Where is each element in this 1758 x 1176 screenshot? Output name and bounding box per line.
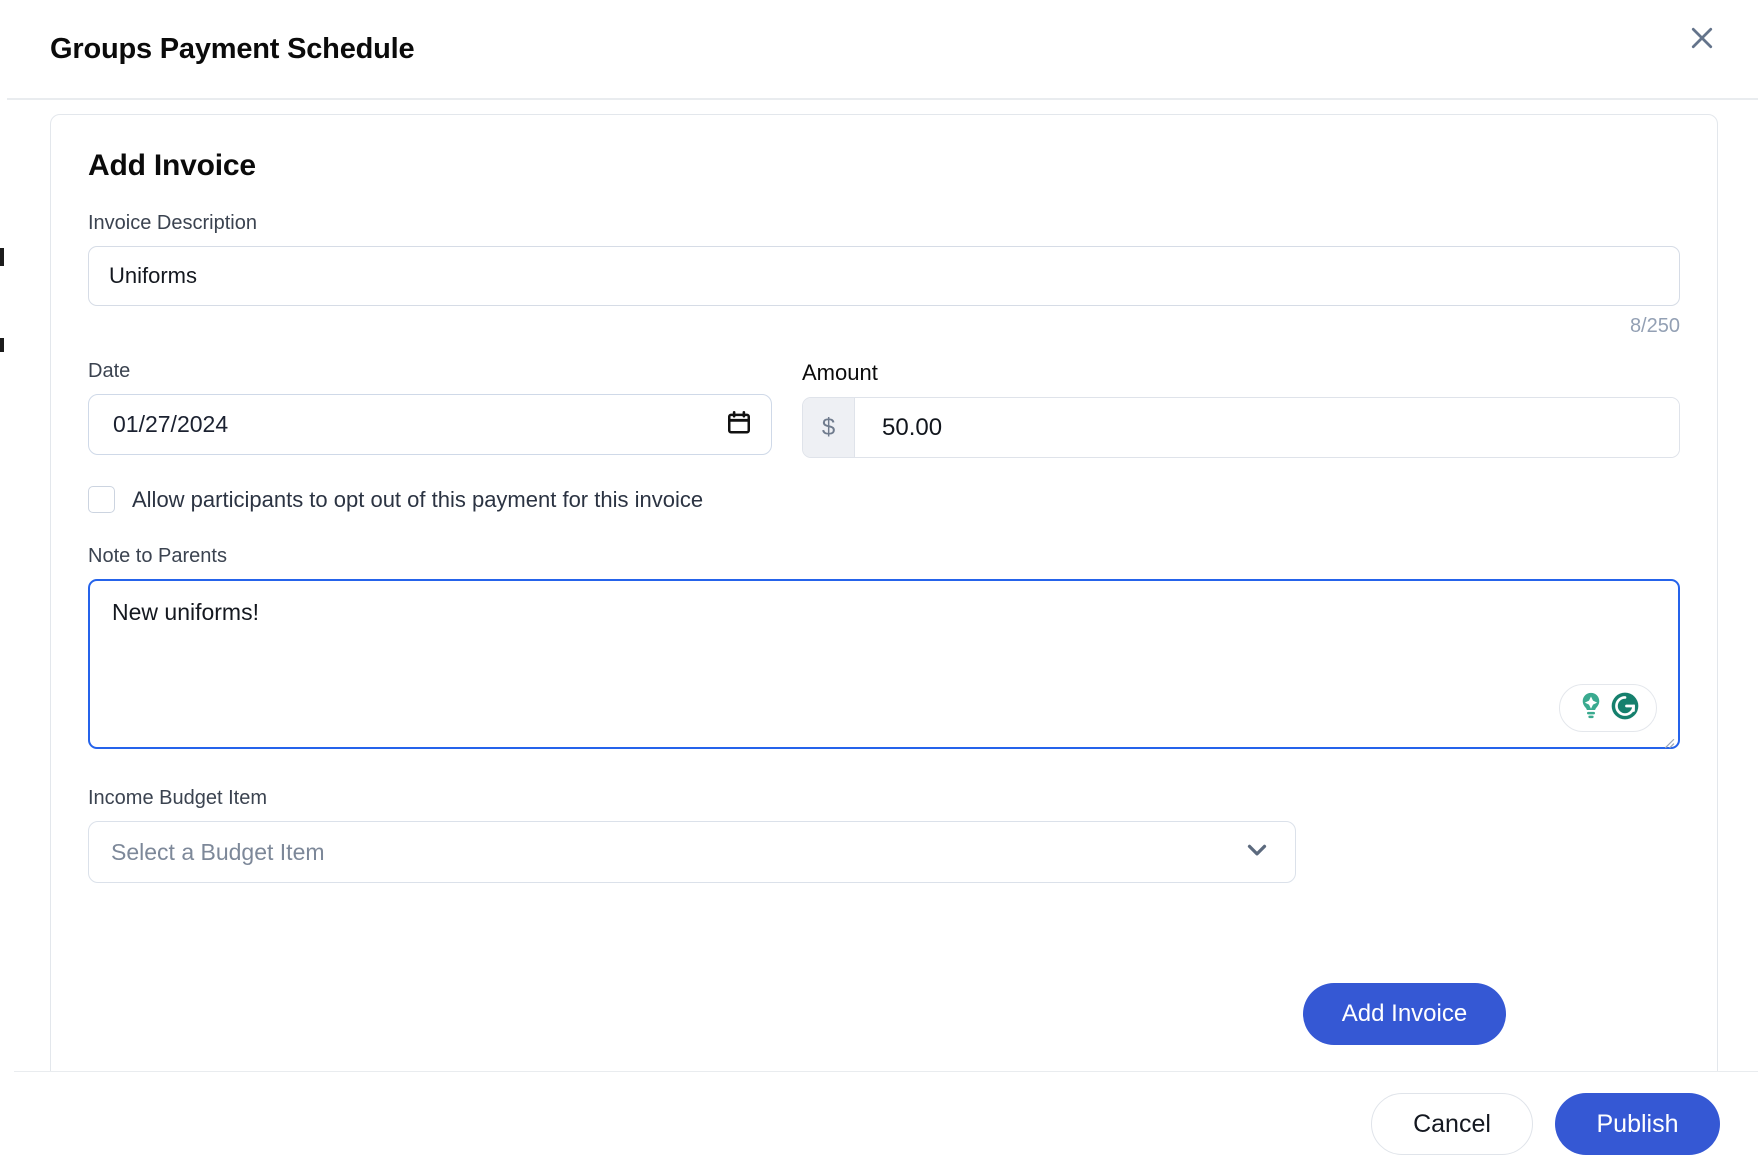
opt-out-row[interactable]: Allow participants to opt out of this pa… — [88, 486, 1680, 513]
left-edge-dark-1 — [0, 248, 4, 266]
date-input[interactable] — [88, 394, 772, 455]
note-to-parents-label: Note to Parents — [88, 545, 227, 567]
close-icon — [1687, 23, 1717, 53]
modal-body: Add Invoice Invoice Description 8/250 Da… — [7, 100, 1758, 1176]
left-edge-sliver-mid — [0, 266, 7, 338]
note-to-parents-textarea[interactable] — [88, 579, 1680, 749]
date-amount-row: Date 01/27/2024 Amount $ 50.00 — [88, 360, 1680, 458]
add-invoice-button[interactable]: Add Invoice — [1303, 983, 1506, 1045]
add-invoice-card: Add Invoice Invoice Description 8/250 Da… — [50, 114, 1718, 1176]
character-counter: 8/250 — [1629, 315, 1680, 337]
screen-root: Groups Payment Schedule Add Invoice Invo… — [0, 0, 1758, 1176]
currency-symbol: $ — [803, 398, 855, 457]
invoice-description-label: Invoice Description — [88, 212, 257, 234]
budget-item-select-wrap: Select a Budget Item — [88, 821, 1296, 883]
left-edge-dark-2 — [0, 338, 4, 352]
grammarly-logo-icon[interactable] — [1609, 690, 1641, 727]
card-title: Add Invoice — [88, 149, 256, 182]
publish-button[interactable]: Publish — [1555, 1093, 1720, 1155]
cancel-button[interactable]: Cancel — [1371, 1093, 1533, 1155]
grammarly-assistant-badge[interactable] — [1559, 684, 1657, 732]
opt-out-checkbox[interactable] — [88, 486, 115, 513]
amount-input[interactable] — [855, 398, 1679, 457]
amount-label: Amount — [802, 360, 878, 385]
modal-header: Groups Payment Schedule — [7, 0, 1758, 100]
income-budget-item-select[interactable]: Select a Budget Item — [88, 821, 1296, 883]
left-edge-sliver-top — [0, 0, 7, 248]
opt-out-label: Allow participants to opt out of this pa… — [132, 486, 704, 512]
income-budget-item-label: Income Budget Item — [88, 787, 267, 809]
amount-field-group: Amount $ — [802, 360, 1680, 458]
left-edge-sliver-bottom — [0, 352, 7, 1176]
lightbulb-icon[interactable] — [1575, 690, 1607, 727]
note-textarea-wrap — [88, 579, 1680, 754]
date-label: Date — [88, 360, 131, 382]
modal-footer: Cancel Publish — [14, 1071, 1758, 1176]
page-title: Groups Payment Schedule — [50, 32, 415, 65]
date-field-group: Date — [88, 360, 772, 458]
groups-payment-schedule-modal: Groups Payment Schedule Add Invoice Invo… — [7, 0, 1758, 1176]
close-button[interactable] — [1680, 16, 1724, 60]
invoice-description-input[interactable] — [88, 246, 1680, 306]
